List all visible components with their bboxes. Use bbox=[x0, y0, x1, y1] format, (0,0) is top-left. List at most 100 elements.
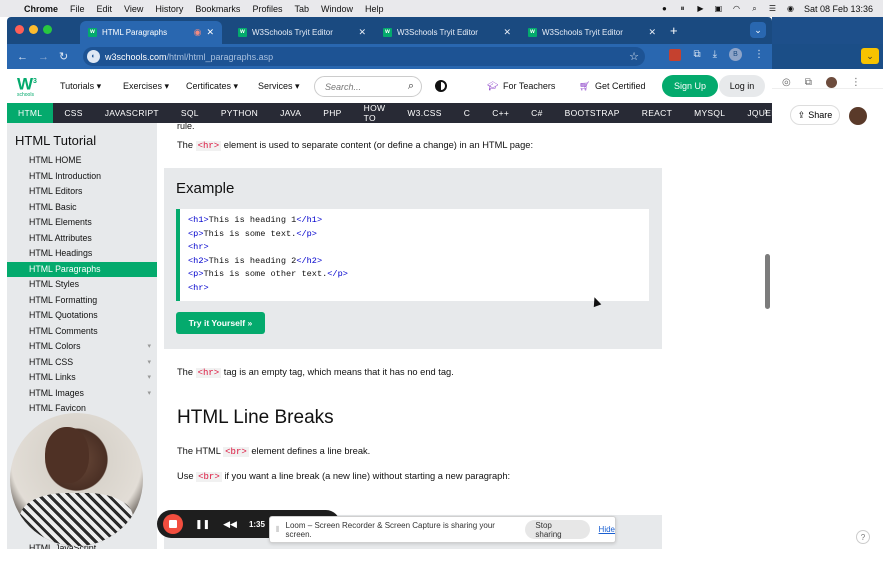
topic-mysql[interactable]: MYSQL bbox=[683, 103, 736, 123]
sidebar-item-quotations[interactable]: HTML Quotations bbox=[7, 308, 157, 324]
siri-icon[interactable]: ◉ bbox=[786, 4, 795, 13]
bookmark-star-icon[interactable]: ☆ bbox=[629, 50, 639, 63]
tab-tryit-editor-3[interactable]: w W3Schools Tryit Editor ✕ bbox=[520, 21, 664, 44]
sidebar-item-formatting[interactable]: HTML Formatting bbox=[7, 293, 157, 309]
topic-react[interactable]: REACT bbox=[631, 103, 683, 123]
url-text[interactable]: w3schools.com/html/html_paragraphs.asp bbox=[105, 52, 273, 62]
dark-mode-toggle-icon[interactable] bbox=[435, 80, 447, 92]
topic-java[interactable]: JAVA bbox=[269, 103, 312, 123]
menu-help[interactable]: Help bbox=[365, 4, 384, 14]
stop-sharing-button[interactable]: Stop sharing bbox=[525, 520, 590, 539]
menu-kebab-icon[interactable]: ⋮ bbox=[754, 49, 764, 60]
sidebar-item-basic[interactable]: HTML Basic bbox=[7, 200, 157, 216]
hide-link[interactable]: Hide bbox=[599, 525, 615, 534]
sidebar-item-home[interactable]: HTML HOME bbox=[7, 153, 157, 169]
nav-tutorials[interactable]: Tutorials ▾ bbox=[60, 81, 101, 92]
share-button[interactable]: ⇪ Share bbox=[790, 105, 840, 125]
nav-for-teachers[interactable]: For Teachers bbox=[503, 81, 555, 91]
chevron-down-icon[interactable]: ▾ bbox=[147, 386, 151, 402]
restart-icon[interactable]: ◀◀ bbox=[223, 519, 237, 530]
pause-icon[interactable]: ❚❚ bbox=[195, 519, 210, 530]
play-status-icon[interactable]: ▶ bbox=[696, 4, 705, 13]
profile-avatar[interactable] bbox=[849, 107, 867, 125]
sidebar-item-introduction[interactable]: HTML Introduction bbox=[7, 169, 157, 185]
sidebar-item-css[interactable]: HTML CSS ▾ bbox=[7, 355, 157, 371]
log-in-button[interactable]: Log in bbox=[719, 75, 765, 97]
topic-php[interactable]: PHP bbox=[312, 103, 352, 123]
lens-icon[interactable]: ◎ bbox=[782, 77, 791, 88]
menubar-datetime[interactable]: Sat 08 Feb 13:36 bbox=[804, 4, 873, 14]
tab-close-icon[interactable]: ✕ bbox=[358, 27, 366, 38]
tab-close-icon[interactable]: ✕ bbox=[503, 27, 511, 38]
tab-tryit-editor-2[interactable]: w W3Schools Tryit Editor ✕ bbox=[375, 21, 519, 44]
topic-cpp[interactable]: C++ bbox=[481, 103, 520, 123]
close-window-button[interactable] bbox=[15, 25, 24, 34]
page-scrollbar[interactable] bbox=[765, 254, 770, 309]
topic-sql[interactable]: SQL bbox=[170, 103, 210, 123]
topic-python[interactable]: PYTHON bbox=[210, 103, 269, 123]
tab-close-icon[interactable]: ✕ bbox=[648, 27, 656, 38]
sidebar-item-styles[interactable]: HTML Styles bbox=[7, 277, 157, 293]
tab-search-chevron-icon[interactable]: ⌄ bbox=[750, 22, 766, 38]
w3schools-logo[interactable]: W3 schools bbox=[17, 73, 41, 99]
menu-window[interactable]: Window bbox=[321, 4, 353, 14]
topic-bootstrap[interactable]: BOOTSTRAP bbox=[554, 103, 631, 123]
more-icon[interactable]: ⋮ bbox=[851, 77, 861, 88]
chevron-down-icon[interactable]: ⌄ bbox=[861, 48, 879, 64]
reload-icon[interactable]: ↻ bbox=[59, 50, 68, 63]
nav-services[interactable]: Services ▾ bbox=[258, 81, 300, 92]
download-icon[interactable]: ⤓ bbox=[713, 49, 717, 60]
profile-avatar[interactable]: B bbox=[729, 48, 742, 61]
topic-javascript[interactable]: JAVASCRIPT bbox=[94, 103, 170, 123]
forward-icon[interactable]: → bbox=[38, 51, 49, 63]
topic-css[interactable]: CSS bbox=[53, 103, 93, 123]
topic-w3css[interactable]: W3.CSS bbox=[396, 103, 452, 123]
chevron-right-icon[interactable]: › bbox=[764, 106, 768, 117]
screen-mirror-icon[interactable]: ▣ bbox=[714, 4, 723, 13]
topic-html[interactable]: HTML bbox=[7, 103, 54, 123]
nav-get-certified[interactable]: Get Certified bbox=[595, 81, 646, 91]
extensions-puzzle-icon[interactable]: ⧉ bbox=[693, 49, 700, 60]
menu-profiles[interactable]: Profiles bbox=[252, 4, 282, 14]
search-icon[interactable]: ⌕ bbox=[408, 80, 414, 93]
chevron-down-icon[interactable]: ▾ bbox=[147, 339, 151, 355]
try-it-yourself-button[interactable]: Try it Yourself » bbox=[176, 312, 265, 334]
tab-tryit-editor-1[interactable]: w W3Schools Tryit Editor ✕ bbox=[230, 21, 374, 44]
sidebar-item-editors[interactable]: HTML Editors bbox=[7, 184, 157, 200]
sidebar-item-attributes[interactable]: HTML Attributes bbox=[7, 231, 157, 247]
sidebar-item-images[interactable]: HTML Images ▾ bbox=[7, 386, 157, 402]
topic-howto[interactable]: HOW TO bbox=[353, 103, 397, 123]
menu-view[interactable]: View bbox=[124, 4, 143, 14]
help-icon[interactable]: ? bbox=[856, 530, 870, 544]
minimize-window-button[interactable] bbox=[29, 25, 38, 34]
site-info-icon[interactable]: ◐ bbox=[87, 50, 100, 63]
control-center-icon[interactable]: ☰ bbox=[768, 4, 777, 13]
search-input[interactable]: Search... ⌕ bbox=[314, 76, 422, 97]
stop-recording-button[interactable] bbox=[163, 514, 183, 534]
zoom-window-button[interactable] bbox=[43, 25, 52, 34]
sidebar-item-comments[interactable]: HTML Comments bbox=[7, 324, 157, 340]
sidebar-item-colors[interactable]: HTML Colors ▾ bbox=[7, 339, 157, 355]
sidebar-item-headings[interactable]: HTML Headings bbox=[7, 246, 157, 262]
search-spotlight-icon[interactable]: ⌕ bbox=[750, 4, 759, 13]
microphone-icon[interactable]: ● bbox=[660, 4, 669, 13]
menu-history[interactable]: History bbox=[155, 4, 183, 14]
loom-extension-icon[interactable] bbox=[669, 48, 682, 61]
loom-camera-bubble[interactable] bbox=[10, 413, 143, 546]
avatar[interactable] bbox=[825, 77, 837, 88]
back-icon[interactable]: ← bbox=[17, 51, 28, 63]
sidebar-item-links[interactable]: HTML Links ▾ bbox=[7, 370, 157, 386]
menu-edit[interactable]: Edit bbox=[97, 4, 113, 14]
sidebar-item-elements[interactable]: HTML Elements bbox=[7, 215, 157, 231]
nav-certificates[interactable]: Certificates ▾ bbox=[186, 81, 238, 92]
tab-close-icon[interactable]: ✕ bbox=[206, 27, 214, 38]
menu-file[interactable]: File bbox=[70, 4, 85, 14]
nav-exercises[interactable]: Exercises ▾ bbox=[123, 81, 169, 92]
tab-html-paragraphs[interactable]: w HTML Paragraphs ◉ ✕ bbox=[80, 21, 222, 44]
topic-c[interactable]: C bbox=[453, 103, 481, 123]
sidebar-item-paragraphs[interactable]: HTML Paragraphs bbox=[7, 261, 157, 277]
menu-tab[interactable]: Tab bbox=[294, 4, 309, 14]
menu-bookmarks[interactable]: Bookmarks bbox=[195, 4, 240, 14]
pause-status-icon[interactable]: ⏸ bbox=[678, 4, 687, 13]
address-bar[interactable]: ◐ w3schools.com/html/html_paragraphs.asp… bbox=[83, 47, 645, 66]
